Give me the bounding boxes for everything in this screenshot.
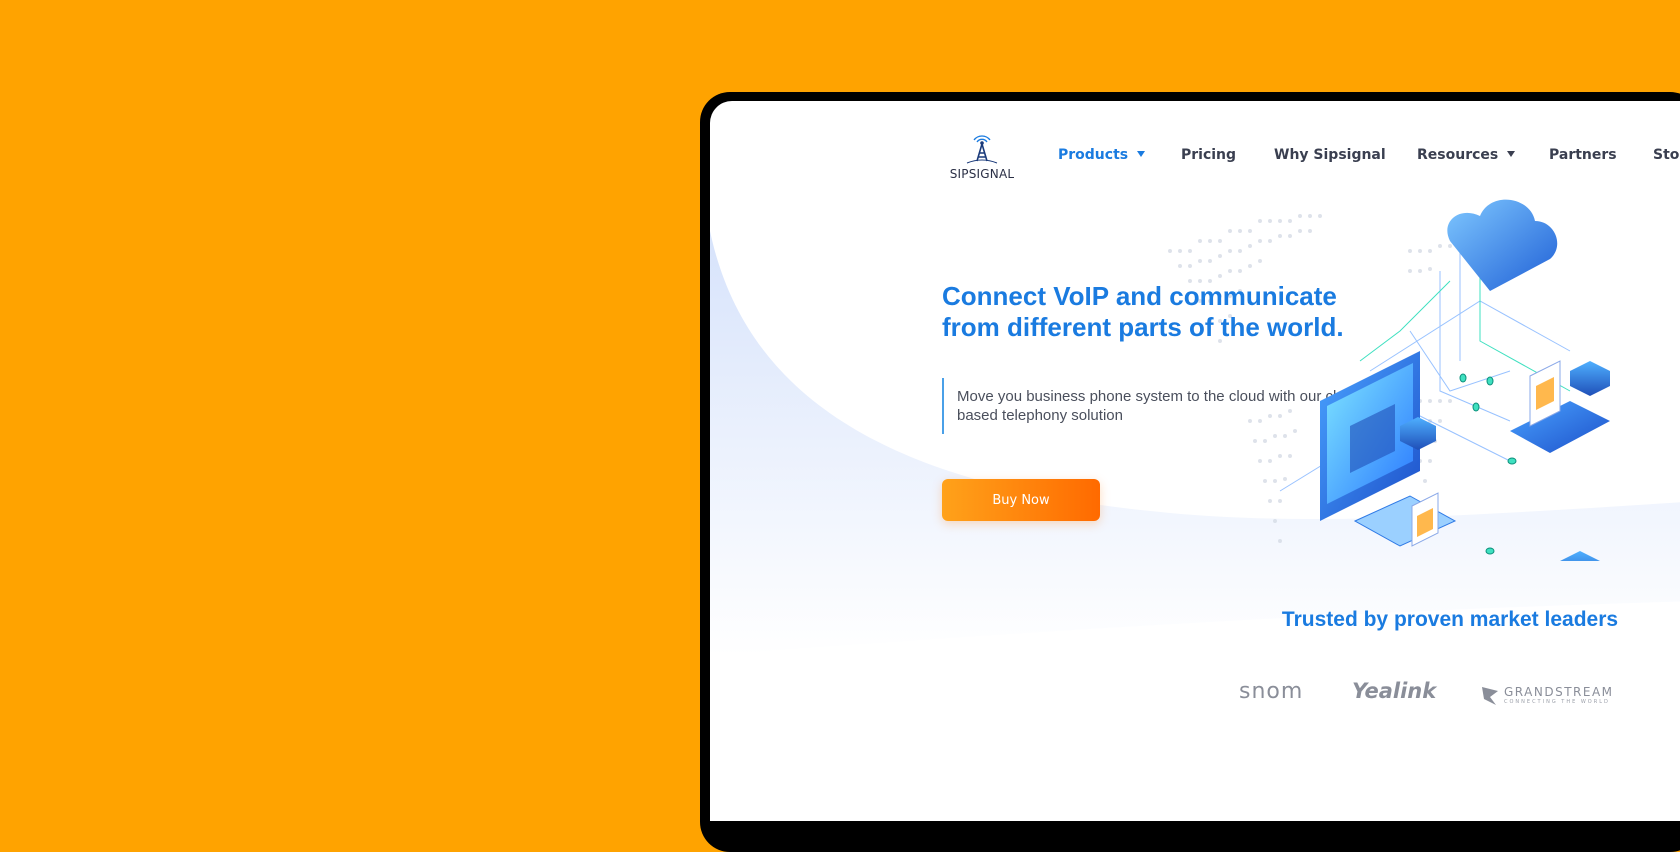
brand-logo[interactable]: SIPSIGNAL (941, 131, 1023, 183)
network-illustration (1279, 199, 1610, 561)
grandstream-tagline: CONNECTING THE WORLD (1504, 699, 1610, 705)
partner-logo-snom: snom (1239, 679, 1304, 704)
partner-logo-yealink: Yealink (1352, 679, 1437, 703)
grandstream-name: GRANDSTREAM (1504, 685, 1614, 699)
website-screen: SIPSIGNAL Products Pricing Why Sipsignal… (710, 101, 1680, 821)
caret-down-icon (1137, 151, 1146, 157)
caret-down-icon (1507, 151, 1516, 157)
cloud-shape (1447, 199, 1558, 291)
brand-name: SIPSIGNAL (949, 167, 1015, 181)
buy-now-button[interactable]: Buy Now (942, 479, 1100, 521)
trusted-heading: Trusted by proven market leaders (1281, 608, 1619, 631)
tower-icon (966, 135, 998, 164)
partner-logo-grandstream: GRANDSTREAM CONNECTING THE WORLD (1480, 685, 1620, 707)
nav-products[interactable]: Products (1058, 147, 1146, 163)
grandstream-logo-icon (1482, 687, 1498, 705)
photo-cards (1411, 360, 1561, 547)
